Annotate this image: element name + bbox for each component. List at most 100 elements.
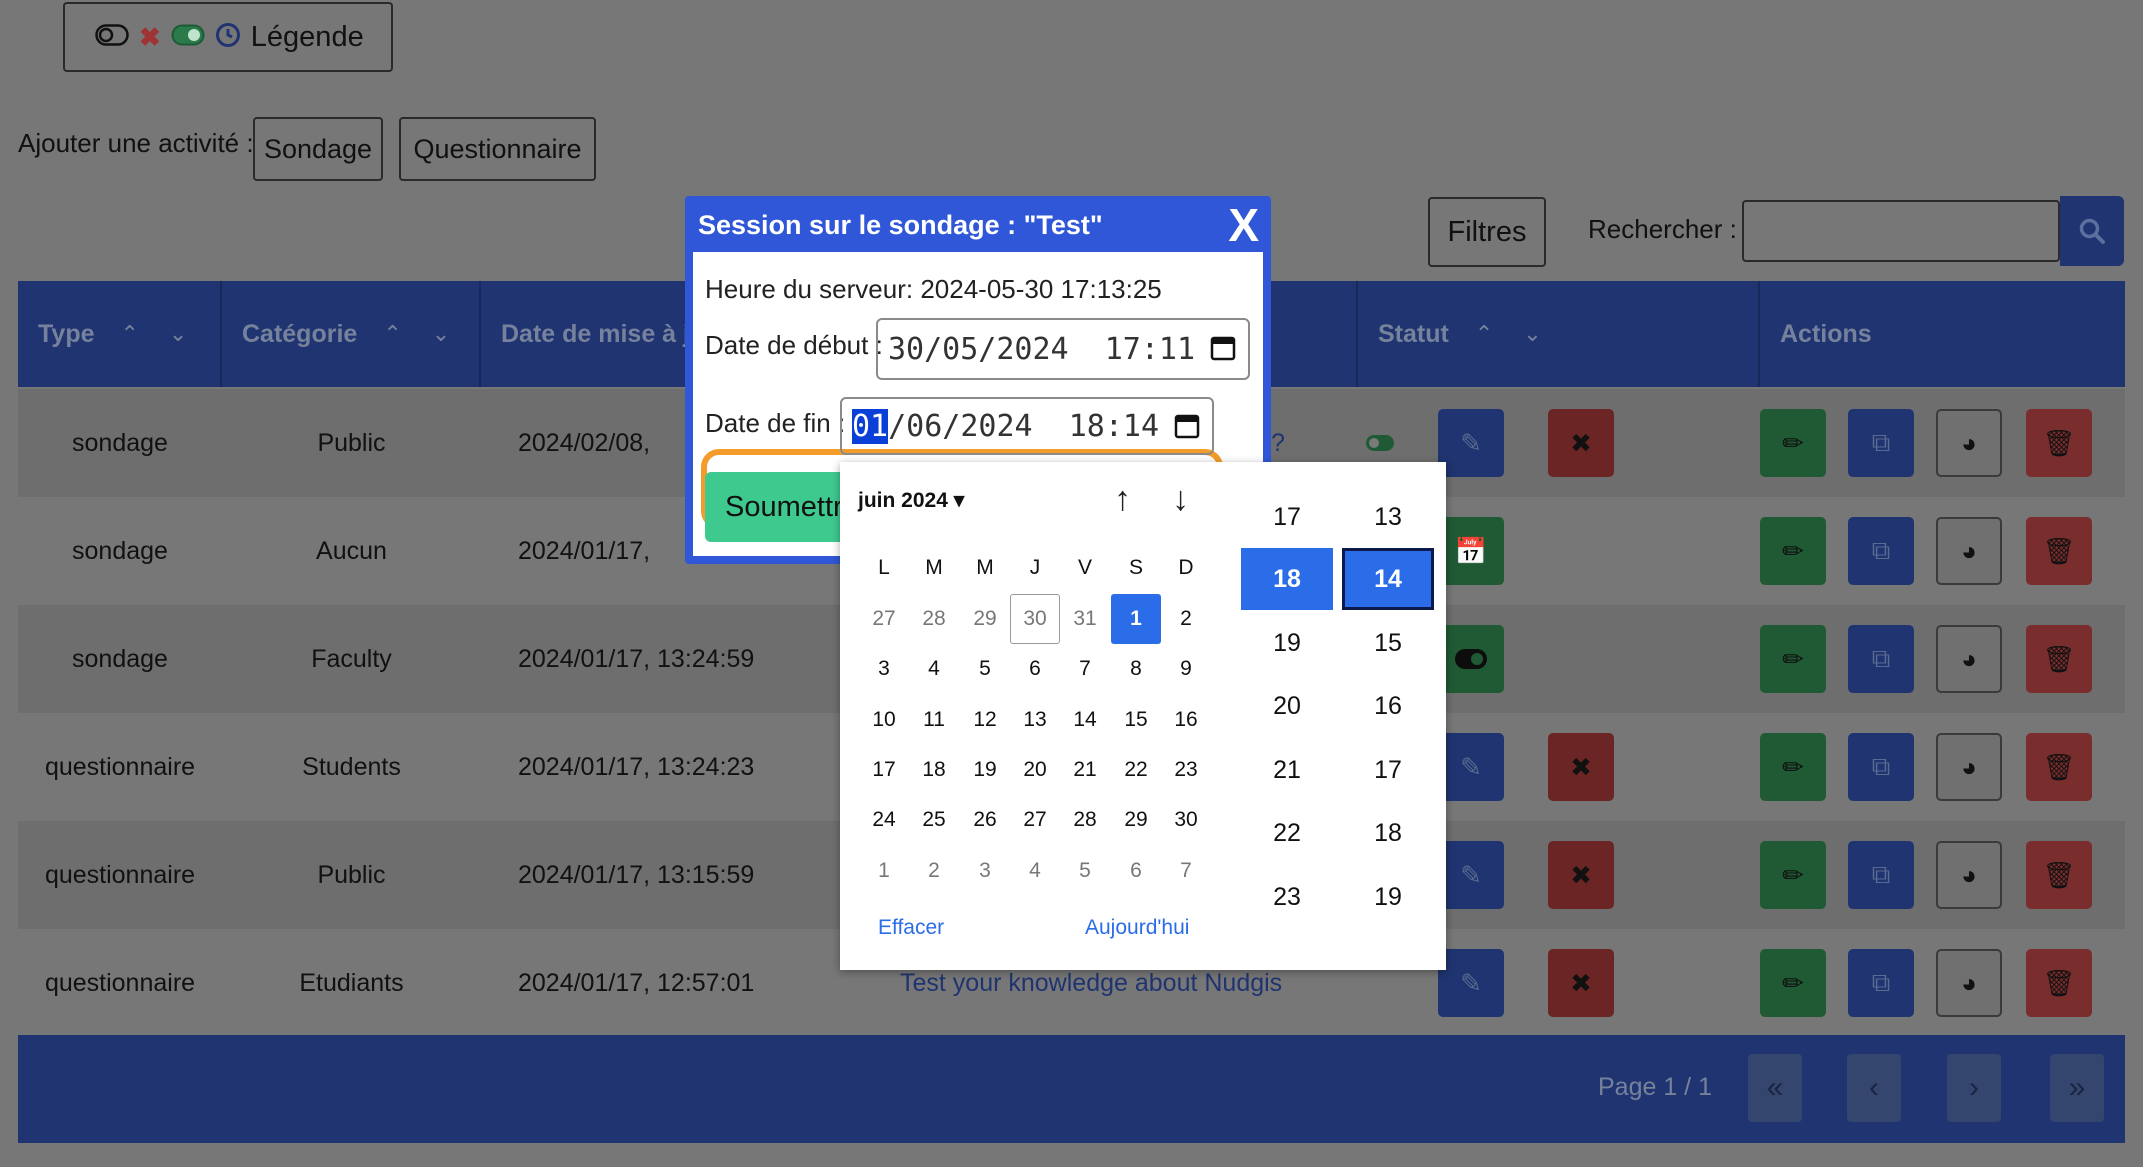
hour-option[interactable]: 20 [1241, 675, 1333, 737]
start-date-input[interactable]: 30/05/2024 17:11 [876, 318, 1250, 380]
calendar-icon[interactable] [1174, 412, 1200, 440]
copy-button[interactable]: ⧉ [1848, 409, 1914, 477]
edit-button[interactable]: ✏ [1760, 733, 1826, 801]
calendar-icon[interactable] [1210, 334, 1236, 362]
calendar-day[interactable]: 11 [909, 695, 959, 745]
calendar-day[interactable]: 12 [960, 695, 1010, 745]
hour-option[interactable]: 19 [1241, 612, 1333, 674]
stats-button[interactable]: ◕ [1936, 517, 2002, 585]
calendar-day[interactable]: 2 [1161, 594, 1211, 644]
delete-button[interactable]: 🗑 [2026, 625, 2092, 693]
copy-button[interactable]: ⧉ [1848, 625, 1914, 693]
hour-option[interactable]: 22 [1241, 802, 1333, 864]
calendar-day[interactable]: 15 [1111, 695, 1161, 745]
modal-close-button[interactable]: X [1228, 198, 1259, 252]
calendar-day[interactable]: 29 [960, 594, 1010, 644]
column-header-status[interactable]: Statut ⌃⌄ [1358, 281, 1760, 387]
filters-button[interactable]: Filtres [1428, 197, 1546, 267]
edit-button[interactable]: ✏ [1760, 625, 1826, 693]
calendar-day[interactable]: 10 [859, 695, 909, 745]
legend-box[interactable]: ✖ Légende [63, 2, 393, 72]
delete-session-button[interactable]: ✖ [1548, 841, 1614, 909]
clear-button[interactable]: Effacer [878, 916, 944, 940]
calendar-day[interactable]: 3 [859, 644, 909, 694]
hour-option[interactable]: 21 [1241, 739, 1333, 801]
column-header-type[interactable]: Type ⌃⌄ [18, 281, 222, 387]
stats-button[interactable]: ◕ [1936, 409, 2002, 477]
minute-option[interactable]: 16 [1342, 675, 1434, 737]
calendar-day[interactable]: 28 [909, 594, 959, 644]
delete-button[interactable]: 🗑 [2026, 733, 2092, 801]
sort-icon[interactable]: ⌃⌄ [383, 321, 480, 347]
calendar-day[interactable]: 16 [1161, 695, 1211, 745]
calendar-day[interactable]: 19 [960, 745, 1010, 795]
edit-button[interactable]: ✏ [1760, 841, 1826, 909]
calendar-day[interactable]: 5 [1060, 846, 1110, 896]
calendar-day[interactable]: 29 [1111, 795, 1161, 845]
search-button[interactable] [2060, 196, 2124, 266]
copy-button[interactable]: ⧉ [1848, 841, 1914, 909]
calendar-day[interactable]: 8 [1111, 644, 1161, 694]
calendar-day-today[interactable]: 30 [1010, 594, 1060, 644]
hour-option[interactable]: 23 [1241, 866, 1333, 928]
column-header-category[interactable]: Catégorie ⌃⌄ [222, 281, 481, 387]
calendar-day[interactable]: 3 [960, 846, 1010, 896]
copy-button[interactable]: ⧉ [1848, 733, 1914, 801]
calendar-day[interactable]: 26 [960, 795, 1010, 845]
calendar-day[interactable]: 27 [859, 594, 909, 644]
toggle-status-button[interactable] [1438, 625, 1504, 693]
calendar-day[interactable]: 7 [1161, 846, 1211, 896]
calendar-day[interactable]: 5 [960, 644, 1010, 694]
calendar-day[interactable]: 9 [1161, 644, 1211, 694]
add-sondage-button[interactable]: Sondage [253, 117, 383, 181]
edit-session-button[interactable]: ✎ [1438, 733, 1504, 801]
calendar-day[interactable]: 24 [859, 795, 909, 845]
edit-button[interactable]: ✏ [1760, 517, 1826, 585]
sort-icon[interactable]: ⌃⌄ [121, 321, 218, 347]
edit-session-button[interactable]: ✎ [1438, 841, 1504, 909]
last-page-button[interactable]: » [2050, 1054, 2104, 1122]
submit-button[interactable]: Soumettr [705, 472, 855, 542]
delete-button[interactable]: 🗑 [2026, 409, 2092, 477]
delete-session-button[interactable]: ✖ [1548, 409, 1614, 477]
stats-button[interactable]: ◕ [1936, 733, 2002, 801]
minute-option[interactable]: 18 [1342, 802, 1434, 864]
calendar-day[interactable]: 25 [909, 795, 959, 845]
stats-button[interactable]: ◕ [1936, 949, 2002, 1017]
calendar-day[interactable]: 17 [859, 745, 909, 795]
add-questionnaire-button[interactable]: Questionnaire [399, 117, 596, 181]
month-selector[interactable]: juin 2024 ▾ [858, 488, 964, 513]
calendar-day[interactable]: 6 [1111, 846, 1161, 896]
end-date-input[interactable]: 01/06/2024 18:14 [840, 397, 1214, 455]
end-day-segment[interactable]: 01 [852, 408, 889, 444]
calendar-day[interactable]: 31 [1060, 594, 1110, 644]
stats-button[interactable]: ◕ [1936, 625, 2002, 693]
calendar-day[interactable]: 7 [1060, 644, 1110, 694]
delete-session-button[interactable]: ✖ [1548, 733, 1614, 801]
prev-month-button[interactable]: ↑ [1114, 480, 1131, 519]
edit-button[interactable]: ✏ [1760, 949, 1826, 1017]
calendar-day[interactable]: 28 [1060, 795, 1110, 845]
delete-session-button[interactable]: ✖ [1548, 949, 1614, 1017]
calendar-day[interactable]: 4 [909, 644, 959, 694]
next-month-button[interactable]: ↓ [1172, 480, 1189, 519]
calendar-day[interactable]: 18 [909, 745, 959, 795]
delete-button[interactable]: 🗑 [2026, 517, 2092, 585]
minute-option[interactable]: 17 [1342, 739, 1434, 801]
calendar-day[interactable]: 14 [1060, 695, 1110, 745]
calendar-day[interactable]: 6 [1010, 644, 1060, 694]
today-button[interactable]: Aujourd'hui [1085, 916, 1189, 940]
minute-option-selected[interactable]: 14 [1342, 548, 1434, 610]
stats-button[interactable]: ◕ [1936, 841, 2002, 909]
hour-option[interactable]: 17 [1241, 486, 1333, 548]
calendar-day[interactable]: 13 [1010, 695, 1060, 745]
minute-option[interactable]: 15 [1342, 612, 1434, 674]
calendar-day[interactable]: 22 [1111, 745, 1161, 795]
minute-option[interactable]: 13 [1342, 486, 1434, 548]
calendar-day[interactable]: 21 [1060, 745, 1110, 795]
calendar-day[interactable]: 23 [1161, 745, 1211, 795]
calendar-day-selected[interactable]: 1 [1111, 594, 1161, 644]
schedule-button[interactable]: 📅 [1438, 517, 1504, 585]
calendar-day[interactable]: 4 [1010, 846, 1060, 896]
delete-button[interactable]: 🗑 [2026, 949, 2092, 1017]
